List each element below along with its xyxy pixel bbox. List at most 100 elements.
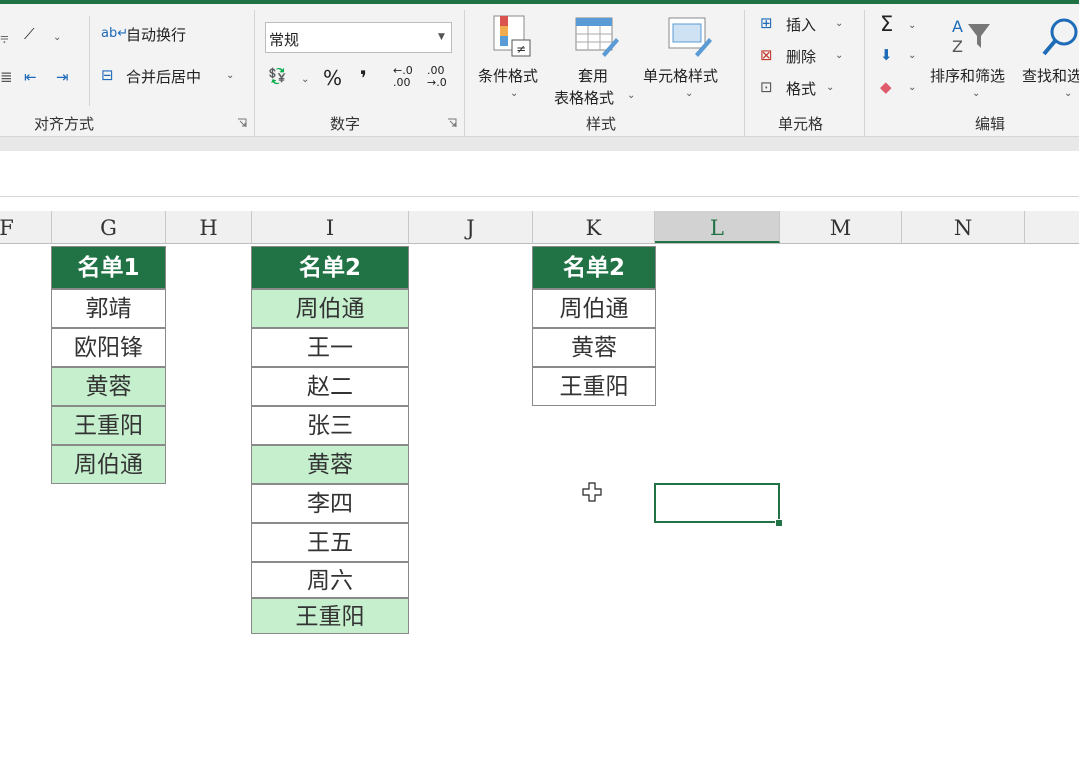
group-label-number: 数字 <box>330 115 361 133</box>
fill-button[interactable]: ⬇ ⌄ <box>878 46 922 74</box>
column-header-next[interactable] <box>1025 211 1079 243</box>
number-format-select[interactable]: 常规 ▼ <box>265 22 452 53</box>
chevron-down-icon: ⌄ <box>1064 88 1073 99</box>
chevron-down-icon: ⌄ <box>226 70 235 81</box>
cell-styles-button[interactable]: 单元格样式 ⌄ <box>643 14 733 106</box>
chevron-down-icon: ⌄ <box>685 88 694 99</box>
delete-cells-icon: ⊠ <box>760 46 773 64</box>
column-header-k[interactable]: K <box>533 211 655 243</box>
column-header-m[interactable]: M <box>780 211 902 243</box>
formula-bar[interactable] <box>0 151 1079 197</box>
dialog-launcher-icon[interactable] <box>447 118 457 128</box>
insert-cells-icon: ⊞ <box>760 14 773 32</box>
table-cell-highlighted[interactable]: 周伯通 <box>251 289 409 328</box>
table-cell-highlighted[interactable]: 王重阳 <box>251 598 409 634</box>
fill-down-icon: ⬇ <box>880 46 893 64</box>
format-as-table-button[interactable]: 套用 表格格式 ⌄ <box>554 14 638 107</box>
table-cell-highlighted[interactable]: 王重阳 <box>51 406 166 445</box>
decrease-decimal-icon[interactable]: .00 →.0 <box>427 65 447 89</box>
autosum-icon: Σ <box>880 12 894 36</box>
format-cells-button[interactable]: ⊡ 格式 ⌄ <box>760 78 852 104</box>
table-cell-highlighted[interactable]: 黄蓉 <box>51 367 166 406</box>
conditional-format-button[interactable]: ≠ 条件格式 ⌄ <box>476 14 550 106</box>
format-cells-label: 格式 <box>786 80 817 98</box>
table-cell[interactable]: 欧阳锋 <box>51 328 166 367</box>
find-select-button[interactable]: 查找和选 ⌄ <box>1020 14 1079 106</box>
column-header-l[interactable]: L <box>655 211 780 243</box>
selected-cell[interactable] <box>654 483 780 523</box>
chevron-down-icon[interactable]: ⌄ <box>301 74 309 85</box>
table-cell[interactable]: 王一 <box>251 328 409 367</box>
chevron-down-icon: ⌄ <box>972 88 981 99</box>
delete-cells-button[interactable]: ⊠ 删除 ⌄ <box>760 46 852 72</box>
align-bottom-icon[interactable]: ≣ <box>0 68 13 86</box>
table-cell-highlighted[interactable]: 周伯通 <box>51 445 166 484</box>
ribbon-bottom-strip <box>0 137 1079 151</box>
cell-cursor-icon <box>582 482 602 502</box>
format-as-table-icon <box>575 17 619 57</box>
orientation-icon[interactable]: ⟋ <box>24 25 35 43</box>
group-label-editing: 编辑 <box>975 115 1006 133</box>
currency-icon[interactable]: 💱 <box>268 67 287 85</box>
merge-center-icon: ⊟ <box>101 66 114 84</box>
table-header[interactable]: 名单2 <box>251 246 409 289</box>
table-cell[interactable]: 郭靖 <box>51 289 166 328</box>
fill-handle[interactable] <box>775 519 783 527</box>
table-cell[interactable]: 黄蓉 <box>532 328 656 367</box>
caret-down-icon: ▼ <box>438 32 445 42</box>
increase-indent-icon[interactable]: ⇥ <box>56 68 69 86</box>
chevron-down-icon: ⌄ <box>835 18 844 29</box>
column-header-j[interactable]: J <box>409 211 533 243</box>
table-cell[interactable]: 李四 <box>251 484 409 523</box>
number-format-value: 常规 <box>269 31 300 49</box>
column-header-i[interactable]: I <box>252 211 409 243</box>
svg-text:A: A <box>952 17 963 36</box>
chevron-down-icon: ⌄ <box>908 82 917 93</box>
svg-text:≠: ≠ <box>516 42 526 56</box>
dialog-launcher-icon[interactable] <box>237 118 247 128</box>
decrease-indent-icon[interactable]: ⇤ <box>24 68 37 86</box>
insert-cells-button[interactable]: ⊞ 插入 ⌄ <box>760 14 852 40</box>
column-header-h[interactable]: H <box>166 211 252 243</box>
comma-style-button[interactable]: ❜ <box>360 66 367 90</box>
cell-styles-icon <box>668 17 712 57</box>
table-cell[interactable]: 张三 <box>251 406 409 445</box>
autosum-button[interactable]: Σ ⌄ <box>878 12 922 40</box>
wrap-text-icon: ab↵ <box>101 26 129 41</box>
table-header[interactable]: 名单1 <box>51 246 166 289</box>
magnifier-icon <box>1042 18 1078 56</box>
table-cell[interactable]: 赵二 <box>251 367 409 406</box>
table-cell[interactable]: 周伯通 <box>532 289 656 328</box>
chevron-down-icon: ⌄ <box>908 20 917 31</box>
conditional-format-icon: ≠ <box>493 15 531 57</box>
group-label-styles: 样式 <box>586 115 617 133</box>
find-select-label: 查找和选 <box>1022 67 1079 85</box>
column-header-n[interactable]: N <box>902 211 1025 243</box>
table-cell[interactable]: 王重阳 <box>532 367 656 406</box>
increase-decimal-icon[interactable]: ←.0.00 <box>393 65 413 89</box>
table-header[interactable]: 名单2 <box>532 246 656 289</box>
percent-button[interactable]: % <box>323 66 342 90</box>
column-header-f[interactable]: F <box>0 211 52 243</box>
chevron-down-icon[interactable]: ⌄ <box>53 32 61 43</box>
chevron-down-icon: ⌄ <box>835 50 844 61</box>
table-cell[interactable]: 周六 <box>251 562 409 598</box>
align-left-icon[interactable]: ⩦ <box>0 27 9 45</box>
eraser-icon: ◆ <box>880 78 892 96</box>
insert-cells-label: 插入 <box>786 16 817 34</box>
svg-text:Z: Z <box>952 37 963 56</box>
ribbon: ⩦ ⟋ ⌄ ≣ ⇤ ⇥ ab↵ 自动换行 ⊟ 合并后居中 ⌄ 对齐方式 常规 ▼… <box>0 4 1079 137</box>
clear-button[interactable]: ◆ ⌄ <box>878 78 922 106</box>
sort-filter-button[interactable]: A Z 排序和筛选 ⌄ <box>928 14 1018 106</box>
table-cell[interactable]: 王五 <box>251 523 409 562</box>
conditional-format-label: 条件格式 <box>478 67 539 85</box>
format-as-table-label-2: 表格格式 <box>554 89 615 107</box>
merge-center-label: 合并后居中 <box>126 68 202 86</box>
table-cell-highlighted[interactable]: 黄蓉 <box>251 445 409 484</box>
group-label-alignment: 对齐方式 <box>34 115 95 133</box>
chevron-down-icon: ⌄ <box>627 90 636 101</box>
column-header-g[interactable]: G <box>52 211 166 243</box>
wrap-text-label: 自动换行 <box>126 26 187 44</box>
chevron-down-icon: ⌄ <box>908 50 917 61</box>
cell-styles-label: 单元格样式 <box>643 67 719 85</box>
